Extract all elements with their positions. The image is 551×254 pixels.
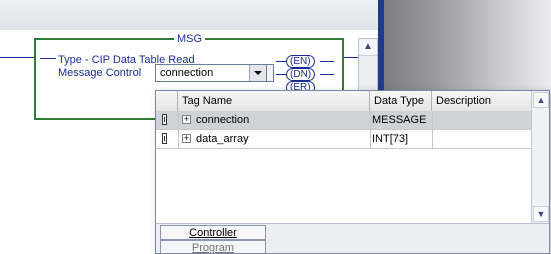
tab-controller[interactable]: Controller	[160, 225, 266, 240]
chevron-down-icon[interactable]	[249, 65, 266, 81]
scroll-up-arrow-icon[interactable]: ▲	[359, 39, 377, 56]
column-header-data-type[interactable]: Data Type	[370, 91, 432, 111]
grid-divider	[370, 111, 371, 149]
expand-plus-icon[interactable]: +	[182, 115, 191, 124]
rung-wire-left	[0, 57, 34, 58]
tab-controller-label: Controller	[189, 227, 237, 239]
en-output-pin: (EN)	[286, 55, 315, 68]
dn-pin-wire-out	[320, 74, 334, 75]
grid-divider	[432, 111, 433, 149]
data-type-cell: INT[73]	[372, 133, 409, 145]
scope-tabs: Controller Program	[156, 223, 549, 254]
rung-wire-right	[344, 57, 358, 58]
tag-name-cell: data_array	[196, 133, 249, 145]
en-pin-wire	[276, 61, 286, 62]
tag-icon	[162, 133, 167, 144]
tag-grid-header: Tag Name Data Type Description	[156, 91, 531, 112]
message-control-label: Message Control	[58, 67, 142, 79]
message-control-value: connection	[160, 67, 214, 79]
msg-block-title: MSG	[174, 33, 206, 45]
tag-browser-scrollbar[interactable]: ▲ ▼	[531, 91, 549, 223]
scroll-down-arrow-icon[interactable]: ▼	[533, 206, 549, 222]
tag-icon	[162, 114, 167, 125]
message-config-ellipsis-button[interactable]	[266, 64, 274, 82]
header-spacer	[156, 91, 178, 111]
scroll-up-arrow-icon[interactable]: ▲	[533, 92, 549, 108]
expand-plus-icon[interactable]: +	[182, 134, 191, 143]
dn-output-pin: (DN)	[286, 68, 316, 81]
data-type-cell: MESSAGE	[372, 114, 427, 126]
dn-pin-label: DN	[293, 69, 308, 80]
column-header-tag-name[interactable]: Tag Name	[178, 91, 370, 111]
tag-name-cell: connection	[196, 114, 250, 126]
column-header-description[interactable]: Description	[432, 91, 531, 111]
ladder-editor: ▲ MSG Type - CIP Data Table Read Message…	[0, 0, 551, 254]
tab-program[interactable]: Program	[160, 240, 266, 254]
tab-program-label: Program	[191, 242, 235, 254]
message-control-combobox[interactable]: connection	[155, 64, 267, 82]
editor-toolbar-area	[0, 0, 380, 31]
grid-divider	[178, 111, 179, 149]
tag-grid: Tag Name Data Type Description + connect…	[156, 91, 531, 223]
en-pin-label: EN	[293, 56, 308, 67]
table-row[interactable]: + data_array INT[73]	[156, 130, 531, 149]
tag-browser-dropdown[interactable]: Tag Name Data Type Description + connect…	[155, 90, 550, 254]
en-pin-wire-out	[320, 61, 334, 62]
msg-input-wire	[40, 58, 56, 59]
dn-pin-wire	[276, 74, 286, 75]
table-row[interactable]: + connection MESSAGE	[156, 111, 531, 130]
